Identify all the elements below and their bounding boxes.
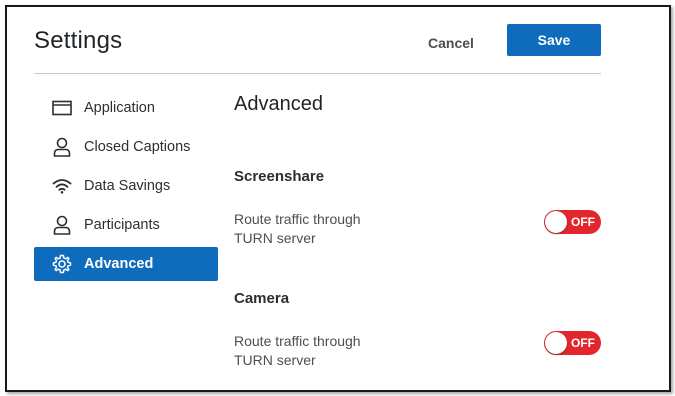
advanced-panel: Advanced: [234, 93, 614, 123]
settings-dialog: Settings Cancel Save Application Closed …: [5, 5, 671, 392]
gear-icon: [51, 253, 73, 275]
settings-sidebar: Application Closed Captions Data Savings…: [34, 91, 218, 286]
person-icon: [51, 136, 73, 158]
toggle-state-label: OFF: [571, 336, 595, 350]
screenshare-heading: Screenshare: [234, 168, 325, 185]
section-title: Advanced: [234, 93, 323, 115]
toggle-state-label: OFF: [571, 215, 595, 229]
camera-turn-toggle[interactable]: OFF: [544, 331, 601, 355]
toggle-knob: [545, 211, 567, 233]
label-line: TURN server: [234, 352, 316, 368]
sidebar-item-data-savings[interactable]: Data Savings: [34, 169, 218, 203]
sidebar-item-label: Closed Captions: [84, 139, 191, 155]
dialog-title: Settings: [34, 27, 123, 54]
label-line: Route traffic through: [234, 211, 361, 227]
wifi-icon: [51, 175, 73, 197]
screenshare-turn-toggle[interactable]: OFF: [544, 210, 601, 234]
sidebar-item-label: Advanced: [84, 256, 154, 272]
screenshare-turn-label: Route traffic through TURN server: [234, 210, 394, 248]
person-icon: [51, 214, 73, 236]
sidebar-item-advanced[interactable]: Advanced: [34, 247, 218, 281]
cancel-button[interactable]: Cancel: [419, 31, 483, 55]
camera-turn-label: Route traffic through TURN server: [234, 332, 394, 370]
sidebar-item-closed-captions[interactable]: Closed Captions: [34, 130, 218, 164]
label-line: Route traffic through: [234, 333, 361, 349]
save-button[interactable]: Save: [507, 24, 601, 56]
sidebar-item-label: Application: [84, 100, 155, 116]
camera-heading: Camera: [234, 290, 290, 307]
sidebar-item-label: Data Savings: [84, 178, 171, 194]
label-line: TURN server: [234, 230, 316, 246]
toggle-knob: [545, 332, 567, 354]
sidebar-item-participants[interactable]: Participants: [34, 208, 218, 242]
sidebar-item-label: Participants: [84, 217, 160, 233]
header-divider: [34, 73, 601, 74]
sidebar-item-application[interactable]: Application: [34, 91, 218, 125]
window-icon: [51, 97, 73, 119]
